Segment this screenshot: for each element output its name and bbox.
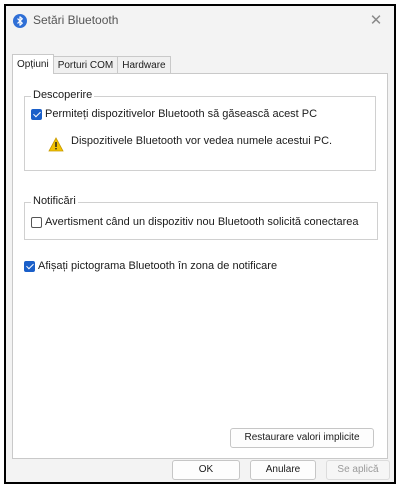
window-title: Setări Bluetooth xyxy=(33,13,119,27)
tab-strip: Opțiuni Porturi COM Hardware xyxy=(12,54,171,74)
tray-icon-row[interactable]: Afișați pictograma Bluetooth în zona de … xyxy=(24,260,277,272)
close-icon[interactable]: ✕ xyxy=(366,11,386,31)
notifications-group: Notificări Avertisment când un dispoziti… xyxy=(24,195,378,240)
allow-discovery-label: Permiteți dispozitivelor Bluetooth să gă… xyxy=(45,108,318,120)
tab-optiuni[interactable]: Opțiuni xyxy=(12,54,54,74)
title-bar: Setări Bluetooth ✕ xyxy=(6,6,394,36)
notifications-legend: Notificări xyxy=(31,195,78,207)
tab-hardware[interactable]: Hardware xyxy=(117,56,171,73)
bluetooth-settings-window: Setări Bluetooth ✕ Opțiuni Porturi COM H… xyxy=(4,4,396,484)
options-panel: Descoperire Permiteți dispozitivelor Blu… xyxy=(12,73,388,459)
tray-icon-checkbox[interactable] xyxy=(24,260,35,272)
discovery-legend: Descoperire xyxy=(31,89,95,101)
discovery-group: Descoperire Permiteți dispozitivelor Blu… xyxy=(24,89,376,171)
bluetooth-icon xyxy=(13,14,27,28)
new-device-alert-checkbox[interactable] xyxy=(31,216,42,228)
allow-discovery-checkbox[interactable] xyxy=(31,108,42,120)
allow-discovery-row[interactable]: Permiteți dispozitivelor Bluetooth să gă… xyxy=(31,108,317,120)
warning-icon xyxy=(48,137,64,152)
tray-icon-label: Afișați pictograma Bluetooth în zona de … xyxy=(38,260,278,272)
new-device-alert-label: Avertisment când un dispozitiv nou Bluet… xyxy=(45,216,359,228)
restore-defaults-button[interactable]: Restaurare valori implicite xyxy=(230,428,374,448)
cancel-button[interactable]: Anulare xyxy=(250,460,316,480)
warning-text: Dispozitivele Bluetooth vor vedea numele… xyxy=(71,135,333,147)
tab-porturi-com[interactable]: Porturi COM xyxy=(52,56,119,73)
new-device-alert-row[interactable]: Avertisment când un dispozitiv nou Bluet… xyxy=(31,216,358,228)
ok-button[interactable]: OK xyxy=(172,460,240,480)
apply-button[interactable]: Se aplică xyxy=(326,460,390,480)
